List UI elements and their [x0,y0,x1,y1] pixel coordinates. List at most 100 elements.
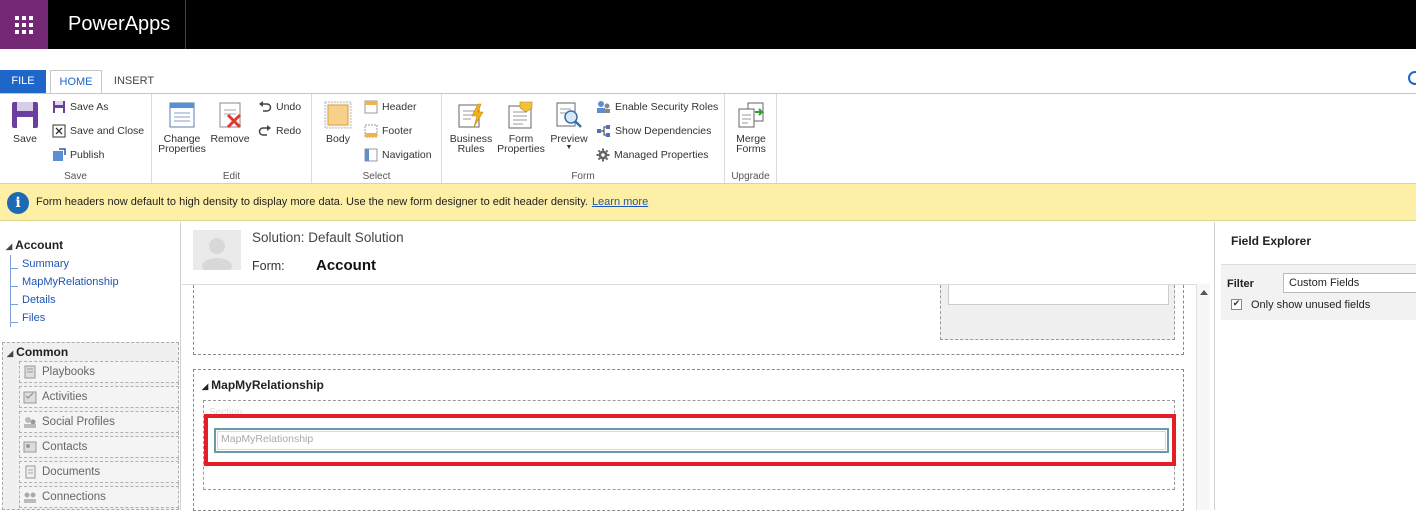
mapmyrelationship-field[interactable]: MapMyRelationship [214,428,1169,453]
mapmyrelationship-section[interactable]: ◢ MapMyRelationship Section MapMyRelation… [193,369,1184,511]
redo-label: Redo [276,125,302,137]
filter-select[interactable]: Custom Fields [1283,273,1416,293]
managed-properties-label: Managed Properties [614,149,709,161]
show-dependencies-button[interactable]: Show Dependencies [596,122,711,140]
managed-properties-button[interactable]: Managed Properties [596,146,709,164]
ribbon-group-upgrade: Merge Forms Upgrade [725,94,777,184]
dependencies-icon [597,125,610,138]
publish-button[interactable]: Publish [52,146,104,164]
navigation-icon [364,148,378,162]
nav-item-activities[interactable]: Activities [19,386,179,408]
nav-common-header[interactable]: ◢ Common [7,345,68,359]
nav-item-playbooks[interactable]: Playbooks [19,361,179,383]
redo-button[interactable]: Redo [258,122,301,140]
nav-item-documents[interactable]: Documents [19,461,179,483]
section-title-text: MapMyRelationship [211,378,324,392]
save-as-label: Save As [70,101,109,113]
nav-item-connections[interactable]: Connections [19,486,179,508]
topbar-divider [185,0,186,49]
app-launcher-button[interactable] [0,0,48,49]
preview-button[interactable]: Preview ▼ [548,100,590,152]
ribbon-group-save: Save Save As Save and Close Publish Save [0,94,152,184]
save-close-icon [52,124,66,138]
collapse-triangle-icon: ◢ [6,242,13,251]
nav-item-social-profiles[interactable]: Social Profiles [19,411,179,433]
save-label: Save [13,133,37,145]
form-navigation-pane: ◢ Account Summary MapMyRelationship Detai… [0,222,181,510]
section-field-area[interactable]: Section MapMyRelationship [203,400,1176,490]
navigation-button[interactable]: Navigation [364,146,432,164]
collapse-triangle-icon: ◢ [202,382,209,391]
business-rules-label-2: Rules [457,143,485,155]
nav-item-files[interactable]: Files [10,309,45,327]
merge-forms-label-2: Forms [736,143,766,155]
nav-item-label: Documents [42,466,101,478]
undo-label: Undo [276,101,302,113]
tab-insert[interactable]: INSERT [106,70,162,93]
only-unused-label: Only show unused fields [1251,299,1371,311]
form-vertical-scrollbar[interactable] [1196,284,1210,510]
form-header: Solution: Default Solution Form: Account [182,222,1210,284]
nav-item-details[interactable]: Details [10,291,56,309]
field-explorer-pane: Field Explorer Filter Custom Fields ✔ On… [1214,222,1416,510]
enable-security-roles-button[interactable]: Enable Security Roles [596,98,718,116]
ribbon-group-select: Body Header Footer Navigation Select [312,94,442,184]
ribbon-tabs: FILE HOME INSERT [0,49,1416,94]
save-as-icon [53,101,65,114]
header-icon [364,100,378,114]
business-rules-icon [458,103,484,128]
learn-more-link[interactable]: Learn more [592,196,648,208]
nav-item-label: Connections [42,491,106,503]
change-properties-label-2: Properties [158,143,206,155]
tab-file[interactable]: FILE [0,70,46,93]
merge-forms-button[interactable]: Merge Forms [729,100,773,154]
save-and-close-button[interactable]: Save and Close [52,122,144,140]
nav-account-header[interactable]: ◢ Account [6,238,63,252]
scroll-up-arrow-icon[interactable] [1200,290,1208,295]
save-as-button[interactable]: Save As [52,98,109,116]
form-section[interactable] [193,285,1184,355]
nav-item-label: Activities [42,391,88,403]
field-placeholder[interactable] [948,285,1169,305]
footer-label: Footer [382,125,413,137]
body-button[interactable]: Body [320,100,356,144]
business-rules-button[interactable]: Business Rules [448,100,494,154]
edit-group-label: Edit [222,171,241,182]
app-title[interactable]: PowerApps [68,13,170,36]
form-canvas: Solution: Default Solution Form: Account… [182,222,1210,511]
field-box-inner [217,431,1166,450]
remove-button[interactable]: Remove [210,100,250,144]
nav-item-summary[interactable]: Summary [10,255,69,273]
footer-icon [364,124,378,138]
avatar-icon [202,238,232,274]
nav-item-mapmyrelationship[interactable]: MapMyRelationship [10,273,119,291]
header-button[interactable]: Header [364,98,416,116]
form-properties-button[interactable]: Form Properties [496,100,546,154]
preview-label: Preview [550,133,588,145]
section-title: ◢ MapMyRelationship [202,378,324,392]
save-icon [12,102,38,128]
header-label: Header [382,101,417,113]
preview-icon [556,102,582,128]
documents-icon [25,465,36,479]
notification-message: Form headers now default to high density… [36,196,648,208]
only-unused-checkbox[interactable]: ✔ [1231,299,1242,310]
show-dependencies-label: Show Dependencies [615,125,712,137]
contacts-icon [23,441,37,453]
save-button[interactable]: Save [6,100,44,144]
undo-icon [259,101,272,112]
form-body: ◢ MapMyRelationship Section MapMyRelation… [182,284,1196,511]
publish-label: Publish [70,149,105,161]
form-subsection[interactable] [940,285,1175,340]
nav-item-contacts[interactable]: Contacts [19,436,179,458]
tab-home[interactable]: HOME [50,70,102,94]
enable-security-roles-label: Enable Security Roles [615,101,719,113]
notification-text: Form headers now default to high density… [36,196,588,208]
connections-icon [24,492,36,503]
top-bar: PowerApps [0,0,1416,49]
footer-button[interactable]: Footer [364,122,412,140]
undo-button[interactable]: Undo [258,98,301,116]
change-properties-button[interactable]: Change Properties [156,100,208,154]
help-icon[interactable] [1408,71,1416,85]
save-and-close-label: Save and Close [70,125,145,137]
